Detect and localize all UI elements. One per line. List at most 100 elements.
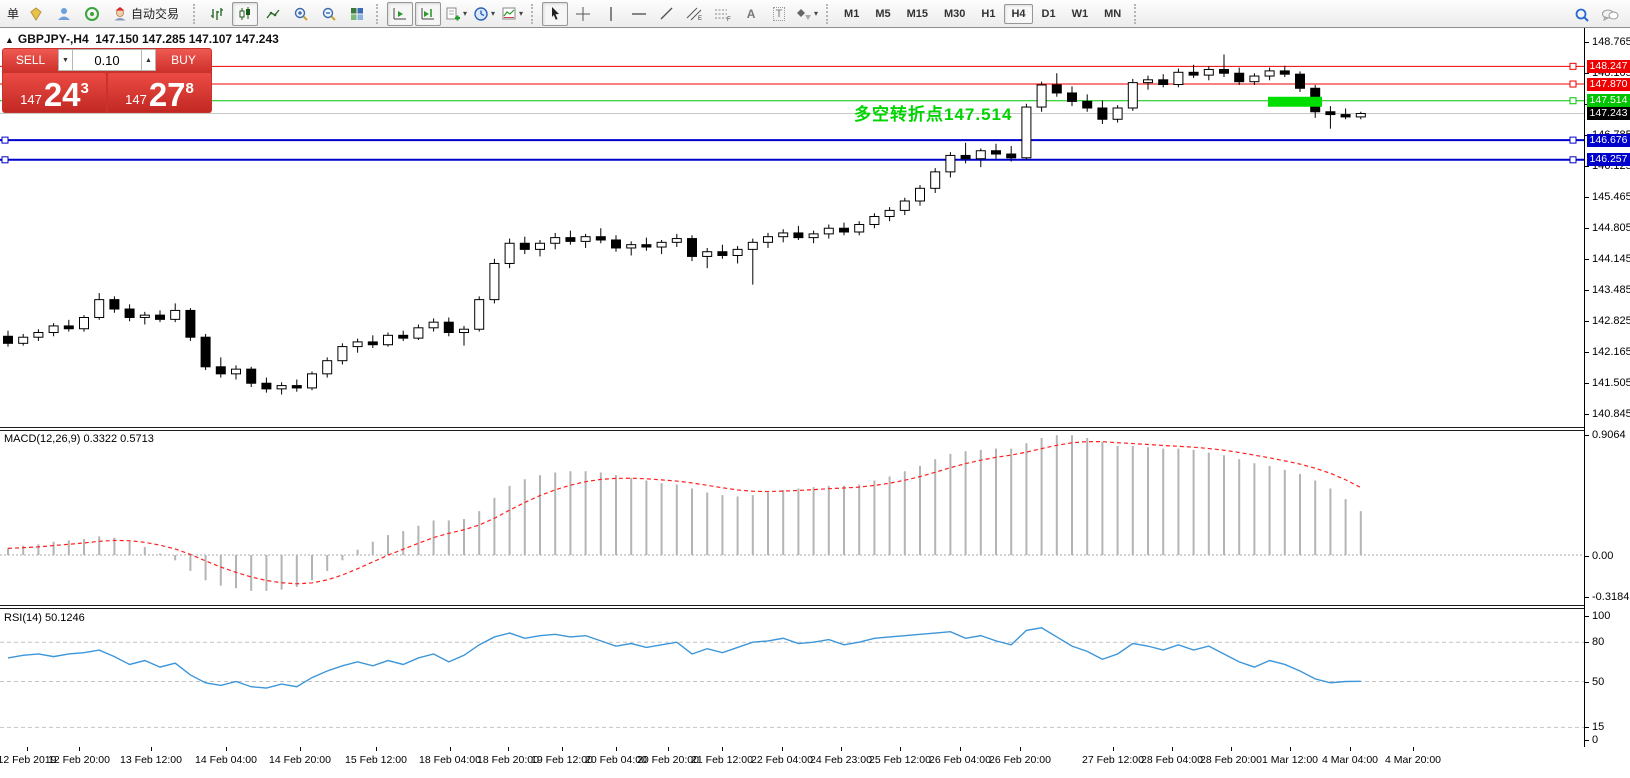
time-tick-label: 25 Feb 12:00 xyxy=(869,754,931,766)
candle-body xyxy=(612,240,621,248)
time-tick-label: 12 Feb 20:00 xyxy=(48,754,110,766)
zoom-out-button[interactable] xyxy=(316,2,342,26)
chart-shift-button[interactable] xyxy=(415,2,441,26)
timeframe-h4[interactable]: H4 xyxy=(1004,4,1032,24)
rsi-tick xyxy=(1585,740,1589,741)
candle-body xyxy=(748,242,757,249)
channel-tool-button[interactable]: E xyxy=(682,2,708,26)
rsi-tick-label: 100 xyxy=(1592,610,1610,622)
new-chart-button[interactable]: ▾ xyxy=(443,2,469,26)
time-tick xyxy=(450,747,451,751)
timeframe-m1[interactable]: M1 xyxy=(837,4,866,24)
periods-button[interactable]: ▾ xyxy=(471,2,497,26)
candle-body xyxy=(64,326,73,329)
time-tick-label: 4 Mar 04:00 xyxy=(1322,754,1378,766)
candle-body xyxy=(916,188,925,201)
macd-tick-label: 0.9064 xyxy=(1592,429,1626,441)
timeframe-d1[interactable]: D1 xyxy=(1035,4,1063,24)
time-axis[interactable]: 12 Feb 201912 Feb 20:0013 Feb 12:0014 Fe… xyxy=(0,747,1630,778)
sell-button[interactable]: SELL xyxy=(3,49,58,71)
candle-body xyxy=(764,237,773,243)
time-tick-label: 14 Feb 04:00 xyxy=(195,754,257,766)
shapes-icon xyxy=(796,6,812,22)
candle-body xyxy=(1296,74,1305,88)
candlestick-chart-button[interactable] xyxy=(232,2,258,26)
rsi-tick-label: 50 xyxy=(1592,676,1604,688)
timeframe-m15[interactable]: M15 xyxy=(900,4,935,24)
sell-price-tile[interactable]: 147243 xyxy=(3,73,106,112)
cursor-tool-button[interactable] xyxy=(542,2,568,26)
timeframe-m5[interactable]: M5 xyxy=(868,4,897,24)
macd-pane[interactable] xyxy=(0,431,1584,605)
svg-text:E: E xyxy=(698,16,702,22)
rsi-pane[interactable] xyxy=(0,609,1584,747)
quotes-icon[interactable] xyxy=(23,2,49,26)
time-tick xyxy=(1172,747,1173,751)
rsi-tick xyxy=(1585,616,1589,617)
signal-icon[interactable] xyxy=(79,2,105,26)
timeframe-w1[interactable]: W1 xyxy=(1065,4,1096,24)
autotrade-label: 自动交易 xyxy=(128,5,182,22)
timeframe-h1[interactable]: H1 xyxy=(974,4,1002,24)
candle-body xyxy=(505,243,514,263)
candle-body xyxy=(536,243,545,249)
volume-increase-button[interactable]: ▲ xyxy=(141,49,156,71)
price-axis[interactable]: 148.765148.105147.445146.785146.125145.4… xyxy=(1584,28,1630,747)
price-tick xyxy=(1585,321,1589,322)
candle-body xyxy=(247,369,256,383)
bar-chart-button[interactable] xyxy=(204,2,230,26)
candle-body xyxy=(672,239,681,243)
time-tick xyxy=(841,747,842,751)
candle-body xyxy=(718,252,727,256)
search-icon xyxy=(1574,7,1590,23)
buy-button[interactable]: BUY xyxy=(156,49,211,71)
clock-icon xyxy=(473,6,489,22)
new-order-button[interactable]: 单 xyxy=(4,5,22,22)
main-price-pane[interactable] xyxy=(0,29,1584,427)
time-tick xyxy=(668,747,669,751)
tile-windows-button[interactable] xyxy=(344,2,370,26)
candle-body xyxy=(1220,69,1229,73)
trendline-tool-button[interactable] xyxy=(654,2,680,26)
volume-input[interactable]: 0.10 xyxy=(73,49,141,71)
candle-body xyxy=(414,328,423,338)
price-tick-label: 148.765 xyxy=(1592,36,1630,48)
fibonacci-tool-button[interactable]: F xyxy=(710,2,736,26)
chart-window[interactable]: ▲GBPJPY-,H4 147.150 147.285 147.107 147.… xyxy=(0,28,1630,778)
zoom-in-button[interactable] xyxy=(288,2,314,26)
text-tool-button[interactable]: A xyxy=(738,2,764,26)
time-tick xyxy=(27,747,28,751)
buy-price-sup: 8 xyxy=(186,80,194,97)
timeframe-m30[interactable]: M30 xyxy=(937,4,972,24)
label-tool-button[interactable]: T xyxy=(766,2,792,26)
candle-body xyxy=(566,238,575,242)
templates-button[interactable]: ▾ xyxy=(499,2,525,26)
candle-body xyxy=(1250,76,1259,82)
candle-body xyxy=(1128,83,1137,108)
autotrade-button[interactable]: 自动交易 xyxy=(107,2,187,26)
dropdown-arrow-icon: ▾ xyxy=(814,9,818,18)
time-tick xyxy=(376,747,377,751)
price-tick-label: 145.465 xyxy=(1592,191,1630,203)
auto-scroll-button[interactable] xyxy=(387,2,413,26)
horizontal-line-tool-button[interactable] xyxy=(626,2,652,26)
chat-button[interactable] xyxy=(1597,3,1623,27)
time-tick xyxy=(722,747,723,751)
line-handle xyxy=(1570,98,1576,104)
candle-body xyxy=(1174,72,1183,84)
vertical-line-tool-button[interactable] xyxy=(598,2,624,26)
line-chart-button[interactable] xyxy=(260,2,286,26)
buy-price-tile[interactable]: 147278 xyxy=(108,73,211,112)
candle-body xyxy=(1037,85,1046,107)
candle-body xyxy=(1265,71,1274,76)
shapes-tool-button[interactable]: ▾ xyxy=(794,2,820,26)
candle-body xyxy=(688,239,697,257)
search-button[interactable] xyxy=(1569,3,1595,27)
candle-body xyxy=(870,216,879,224)
profile-icon[interactable] xyxy=(51,2,77,26)
timeframe-mn[interactable]: MN xyxy=(1097,4,1128,24)
zoom-out-icon xyxy=(321,6,337,22)
crosshair-tool-button[interactable] xyxy=(570,2,596,26)
price-tick-label: 143.485 xyxy=(1592,284,1630,296)
volume-decrease-button[interactable]: ▼ xyxy=(58,49,73,71)
